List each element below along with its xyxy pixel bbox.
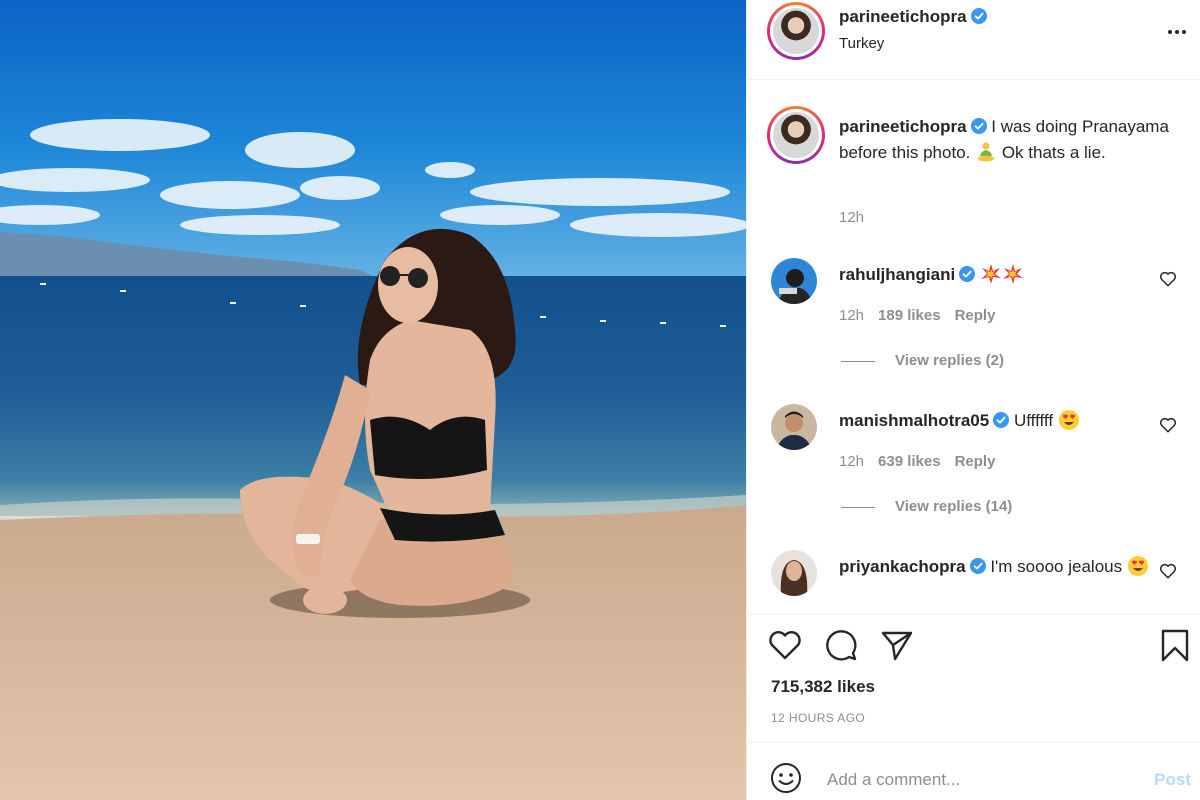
heart-eyes-emoji <box>1058 410 1079 430</box>
comment-text: rahuljhangiani <box>839 262 1159 288</box>
reply-button[interactable]: Reply <box>955 453 996 470</box>
comment-like-heart-icon[interactable] <box>1159 270 1177 288</box>
reply-button[interactable]: Reply <box>955 307 996 324</box>
post-comment-button[interactable]: Post <box>1154 770 1191 790</box>
comment-body: Uffffff <box>1009 411 1058 430</box>
post-timestamp[interactable]: 12 HOURS AGO <box>771 711 865 725</box>
bookmark-icon[interactable] <box>1157 627 1193 663</box>
comment-likes[interactable]: 189 likes <box>878 307 941 324</box>
heart-icon[interactable] <box>767 627 803 663</box>
comment-icon[interactable] <box>823 627 859 663</box>
comment-time[interactable]: 12h <box>839 307 864 324</box>
post-location[interactable]: Turkey <box>839 35 884 52</box>
replies-divider <box>841 360 875 362</box>
verified-badge-icon <box>959 266 976 282</box>
comment-likes[interactable]: 639 likes <box>878 453 941 470</box>
comment-username[interactable]: manishmalhotra05 <box>839 411 989 430</box>
view-replies-button[interactable]: View replies (2) <box>841 352 1004 369</box>
verified-badge-icon <box>993 412 1010 428</box>
commenter-avatar[interactable] <box>771 258 817 304</box>
comment-text: priyankachopra I'm soooo jealous <box>839 554 1159 580</box>
author-username[interactable]: parineetichopra <box>839 7 967 26</box>
comment-composer: Post <box>747 742 1200 800</box>
comment-input[interactable] <box>827 767 1127 793</box>
comment-username[interactable]: priyankachopra <box>839 557 966 576</box>
comment-meta: 12h 639 likes Reply <box>839 453 1009 470</box>
caption-text: parineetichopra I was doing Pranayama be… <box>839 114 1169 166</box>
post-likes-count[interactable]: 715,382 likes <box>771 677 875 697</box>
post-photo[interactable] <box>0 0 746 800</box>
collision-emoji <box>1002 264 1023 284</box>
comment-like-heart-icon[interactable] <box>1159 416 1177 434</box>
post-details-panel: parineetichopra Turkey parineetichopra I… <box>746 0 1200 800</box>
heart-eyes-emoji <box>1127 556 1148 576</box>
comment-meta: 12h 189 likes Reply <box>839 307 1009 324</box>
smiley-icon[interactable] <box>769 761 803 795</box>
view-replies-label: View replies (14) <box>895 498 1013 515</box>
comment-body: I'm soooo jealous <box>985 557 1127 576</box>
comment-username[interactable]: rahuljhangiani <box>839 265 955 284</box>
beach-photo <box>0 0 746 800</box>
comment-text: manishmalhotra05 Uffffff <box>839 408 1159 434</box>
comment-like-heart-icon[interactable] <box>1159 562 1177 580</box>
comment-time[interactable]: 12h <box>839 453 864 470</box>
verified-badge-icon <box>969 558 986 574</box>
more-horizontal-icon[interactable] <box>1163 18 1191 46</box>
caption-body-2: Ok thats a lie. <box>997 143 1106 162</box>
replies-divider <box>841 506 875 508</box>
author-avatar[interactable] <box>767 2 825 60</box>
share-icon[interactable] <box>879 627 915 663</box>
commenter-avatar[interactable] <box>771 550 817 596</box>
verified-badge-icon <box>970 8 987 24</box>
author-name-row: parineetichopra <box>839 7 987 27</box>
caption-username[interactable]: parineetichopra <box>839 117 967 136</box>
view-replies-label: View replies (2) <box>895 352 1004 369</box>
post-header: parineetichopra Turkey <box>747 0 1200 80</box>
lotus-position-emoji <box>978 142 995 162</box>
verified-badge-icon <box>970 118 987 134</box>
caption-avatar[interactable] <box>767 106 825 164</box>
collision-emoji <box>980 264 1001 284</box>
view-replies-button[interactable]: View replies (14) <box>841 498 1012 515</box>
commenter-avatar[interactable] <box>771 404 817 450</box>
caption-time[interactable]: 12h <box>839 209 864 226</box>
